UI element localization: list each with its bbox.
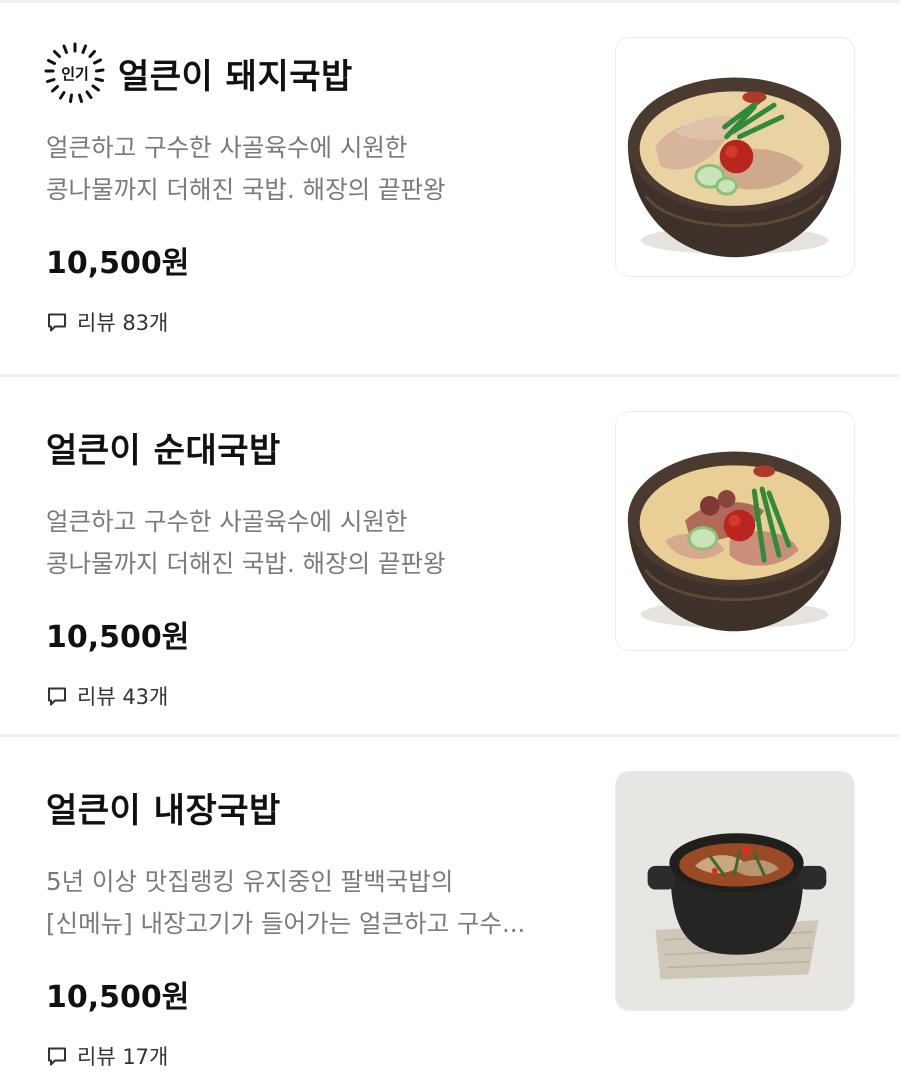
review-link[interactable]: 리뷰 83개 [46, 306, 168, 338]
menu-item[interactable]: 얼큰이 내장국밥 5년 이상 맛집랭킹 유지중인 팔백국밥의 [신메뉴] 내장고… [0, 734, 900, 1080]
menu-item[interactable]: 얼큰이 순대국밥 얼큰하고 구수한 사골육수에 시원한 콩나물까지 더해진 국밥… [0, 374, 900, 732]
sundae-soup-bowl-icon [627, 451, 842, 632]
menu-item-photo[interactable] [615, 411, 855, 651]
popular-badge-icon: 인기 [44, 42, 105, 103]
menu-item-description-line: 5년 이상 맛집랭킹 유지중인 팔백국밥의 [46, 867, 454, 896]
review-count: 리뷰 43개 [77, 685, 169, 709]
menu-item-title-row: 인기 얼큰이 돼지국밥 [44, 42, 353, 103]
menu-item-description: 얼큰하고 구수한 사골육수에 시원한 콩나물까지 더해진 국밥. 해장의 끝판왕 [46, 501, 601, 585]
review-link[interactable]: 리뷰 17개 [46, 1040, 168, 1072]
menu-item-price: 10,500원 [46, 980, 190, 1015]
menu-item-title: 얼큰이 순대국밥 [46, 430, 281, 471]
speech-bubble-icon [48, 687, 66, 706]
menu-item-description: 얼큰하고 구수한 사골육수에 시원한 콩나물까지 더해진 국밥. 해장의 끝판왕 [46, 127, 601, 211]
menu-item-description-line: 얼큰하고 구수한 사골육수에 시원한 [46, 133, 408, 162]
menu-item-price: 10,500원 [46, 246, 190, 281]
menu-list-page: 인기 얼큰이 돼지국밥 얼큰하고 구수한 사골육수에 시원한 콩나물까지 더해진… [0, 0, 900, 1080]
menu-item-photo[interactable] [615, 771, 855, 1011]
menu-item-description-line: 콩나물까지 더해진 국밥. 해장의 끝판왕 [46, 175, 446, 204]
menu-item-title: 얼큰이 돼지국밥 [118, 56, 353, 97]
speech-bubble-icon [48, 313, 66, 332]
review-count: 리뷰 17개 [77, 1045, 169, 1069]
menu-item-description-line: 콩나물까지 더해진 국밥. 해장의 끝판왕 [46, 549, 446, 578]
offal-soup-pot-icon [616, 772, 853, 1009]
review-link[interactable]: 리뷰 43개 [46, 680, 168, 712]
menu-item-price: 10,500원 [46, 620, 190, 655]
speech-bubble-icon [48, 1047, 66, 1066]
menu-item-title-row: 얼큰이 내장국밥 [46, 782, 281, 832]
menu-item-photo[interactable] [615, 37, 855, 277]
menu-item-description-line: 얼큰하고 구수한 사골육수에 시원한 [46, 507, 408, 536]
menu-item-title: 얼큰이 내장국밥 [46, 790, 281, 831]
menu-item[interactable]: 인기 얼큰이 돼지국밥 얼큰하고 구수한 사골육수에 시원한 콩나물까지 더해진… [0, 0, 900, 358]
pork-soup-bowl-icon [627, 77, 842, 258]
menu-item-description: 5년 이상 맛집랭킹 유지중인 팔백국밥의 [신메뉴] 내장고기가 들어가는 얼… [46, 861, 601, 945]
menu-item-title-row: 얼큰이 순대국밥 [46, 422, 281, 472]
menu-item-description-line: [신메뉴] 내장고기가 들어가는 얼큰하고 구수... [46, 909, 526, 938]
review-count: 리뷰 83개 [77, 311, 169, 335]
popular-badge-label: 인기 [61, 65, 89, 83]
